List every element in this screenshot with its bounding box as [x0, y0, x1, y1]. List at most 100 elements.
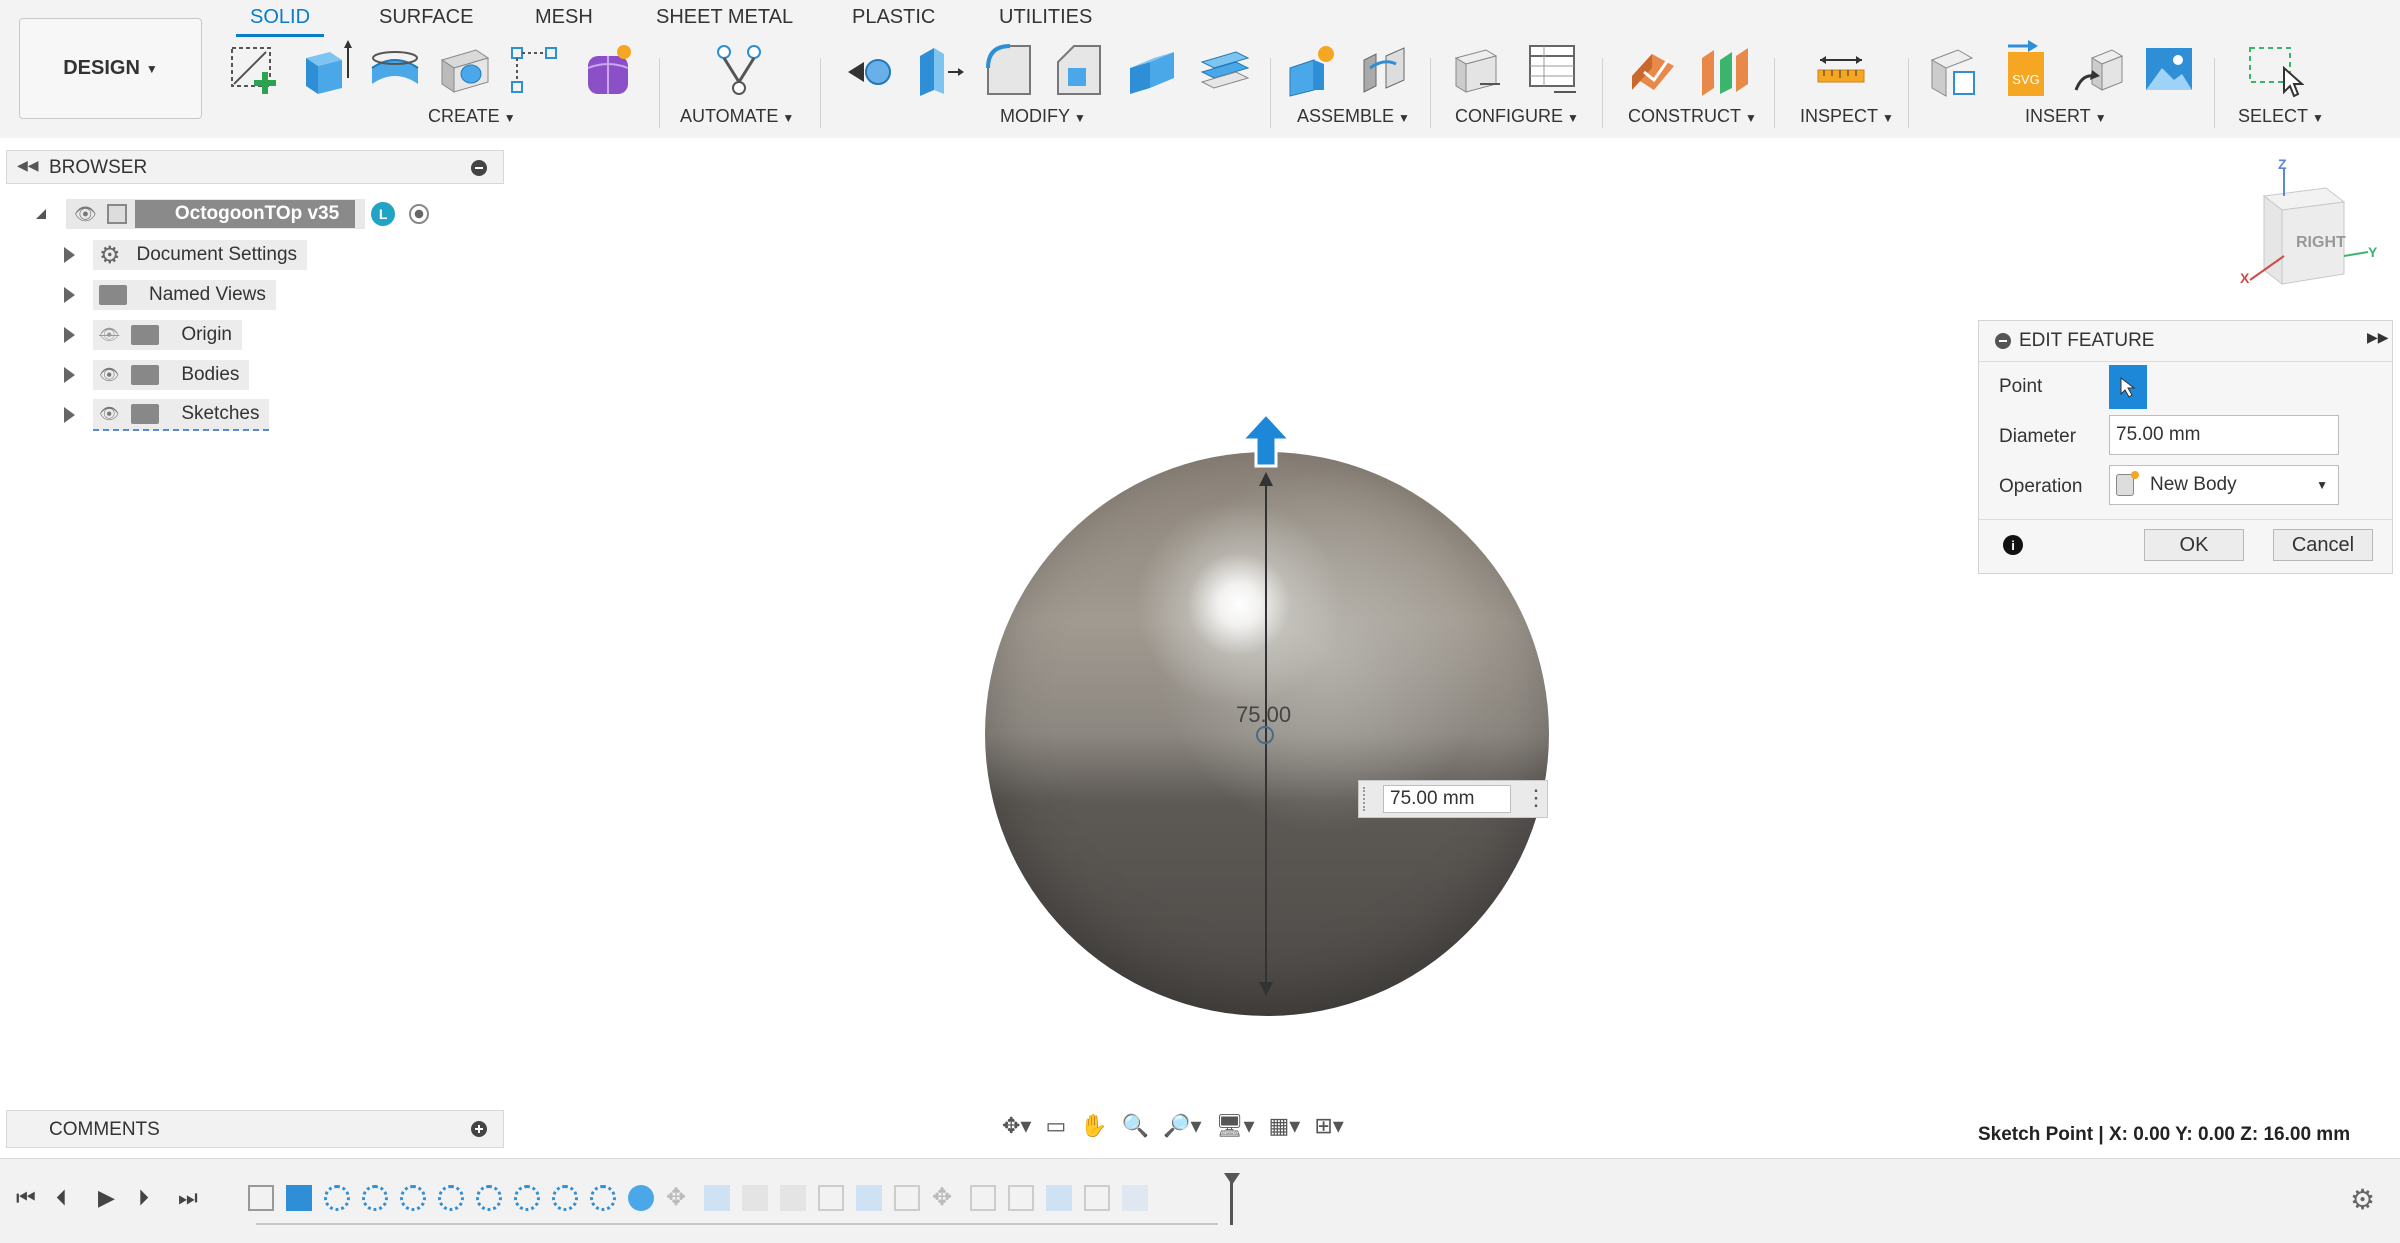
eye-hidden-icon[interactable]: 👁: [99, 325, 119, 345]
drag-arrow-icon[interactable]: [1238, 411, 1294, 473]
diameter-input[interactable]: 75.00 mm: [2109, 415, 2339, 455]
expand-triangle-icon[interactable]: [64, 247, 75, 263]
minimize-icon[interactable]: [471, 160, 487, 176]
timeline-pattern-icon[interactable]: [590, 1185, 616, 1211]
scale-icon[interactable]: [1196, 38, 1254, 102]
timeline-feature-icon[interactable]: [970, 1185, 996, 1211]
drag-handle-icon[interactable]: [1363, 787, 1369, 811]
operation-select[interactable]: New Body ▼: [2109, 465, 2339, 505]
timeline-sphere-icon[interactable]: [628, 1185, 654, 1211]
tab-sheet-metal[interactable]: SHEET METAL: [656, 6, 793, 32]
more-options-icon[interactable]: ⋮: [1525, 783, 1547, 813]
tab-utilities[interactable]: UTILITIES: [999, 6, 1092, 32]
timeline-pattern-icon[interactable]: [362, 1185, 388, 1211]
diameter-inline-input[interactable]: 75.00 mm: [1383, 785, 1511, 813]
timeline-feature-icon[interactable]: [1008, 1185, 1034, 1211]
form-icon[interactable]: [580, 38, 638, 102]
combine-icon[interactable]: [1124, 38, 1182, 102]
gear-icon[interactable]: ⚙: [2350, 1183, 2375, 1216]
timeline-pattern-icon[interactable]: [400, 1185, 426, 1211]
expand-dialog-icon[interactable]: ▶▶: [2367, 329, 2389, 346]
insert-menu[interactable]: INSERT ▼: [2025, 106, 2107, 127]
timeline-feature-icon[interactable]: [856, 1185, 882, 1211]
select-window-icon[interactable]: [2246, 38, 2305, 102]
tab-plastic[interactable]: PLASTIC: [852, 6, 935, 32]
expand-triangle-icon[interactable]: [64, 327, 75, 343]
comments-panel[interactable]: COMMENTS: [6, 1110, 504, 1148]
timeline-feature-icon[interactable]: [894, 1185, 920, 1211]
expand-triangle-icon[interactable]: [64, 287, 75, 303]
browser-item-named-views[interactable]: Named Views: [64, 280, 276, 310]
timeline-pattern-icon[interactable]: [476, 1185, 502, 1211]
configure-menu[interactable]: CONFIGURE ▼: [1455, 106, 1579, 127]
timeline-feature-icon[interactable]: [1122, 1185, 1148, 1211]
eye-icon[interactable]: 👁: [74, 204, 97, 225]
step-back-icon[interactable]: ⏴: [56, 1185, 67, 1211]
measure-icon[interactable]: [1812, 38, 1870, 102]
browser-item-origin[interactable]: 👁 Origin: [64, 320, 242, 350]
insert-canvas-icon[interactable]: [2140, 38, 2198, 102]
browser-root-row[interactable]: 👁 OctogoonTOp v35 L: [36, 199, 430, 229]
browser-item-sketches[interactable]: 👁 Sketches: [64, 399, 270, 431]
viewcube[interactable]: Z X Y RIGHT: [2240, 156, 2380, 296]
timeline-pattern-icon[interactable]: [324, 1185, 350, 1211]
insert-svg-icon[interactable]: SVG: [1998, 38, 2056, 102]
fillet-icon[interactable]: [980, 38, 1038, 102]
new-component-icon[interactable]: [1284, 38, 1342, 102]
configuration-table-icon[interactable]: [1524, 38, 1582, 102]
pattern-icon[interactable]: [506, 38, 564, 102]
configure-icon[interactable]: [1450, 38, 1508, 102]
select-menu[interactable]: SELECT ▼: [2238, 106, 2324, 127]
timeline-feature-icon[interactable]: [818, 1185, 844, 1211]
hole-icon[interactable]: [436, 38, 494, 102]
create-menu[interactable]: CREATE ▼: [428, 106, 516, 127]
insert-derive-icon[interactable]: [1926, 38, 1984, 102]
zoom-icon[interactable]: 🔍: [1122, 1113, 1149, 1139]
timeline-feature-icon[interactable]: [1046, 1185, 1072, 1211]
browser-item-document-settings[interactable]: ⚙ Document Settings: [64, 240, 308, 270]
go-to-end-icon[interactable]: ⏭: [178, 1185, 198, 1211]
display-settings-icon[interactable]: 🖥▾: [1216, 1113, 1255, 1139]
expand-triangle-icon[interactable]: [64, 367, 75, 383]
timeline-pattern-icon[interactable]: [552, 1185, 578, 1211]
timeline-sketch-icon[interactable]: [248, 1185, 274, 1211]
orbit-icon[interactable]: ✥▾: [1002, 1113, 1031, 1139]
midplane-icon[interactable]: [1696, 38, 1754, 102]
pan-icon[interactable]: ✋: [1080, 1113, 1107, 1139]
info-icon[interactable]: i: [2003, 535, 2023, 555]
play-icon[interactable]: ▶: [98, 1185, 115, 1211]
timeline-move-icon[interactable]: ✥: [666, 1185, 692, 1211]
timeline-marker-head[interactable]: [1224, 1173, 1240, 1185]
cancel-button[interactable]: Cancel: [2273, 529, 2373, 561]
insert-mesh-icon[interactable]: [2070, 38, 2128, 102]
viewports-icon[interactable]: ⊞▾: [1314, 1113, 1343, 1139]
browser-item-bodies[interactable]: 👁 Bodies: [64, 360, 250, 390]
zoom-window-icon[interactable]: 🔎▾: [1163, 1113, 1201, 1139]
chamfer-icon[interactable]: [1050, 38, 1108, 102]
add-comment-icon[interactable]: [471, 1121, 487, 1137]
create-sketch-icon[interactable]: [226, 38, 284, 102]
center-point-icon[interactable]: [1256, 726, 1274, 744]
expand-triangle-icon[interactable]: [64, 407, 75, 423]
go-to-start-icon[interactable]: ⏮: [16, 1185, 36, 1211]
extrude-icon[interactable]: [296, 38, 354, 102]
collapse-dialog-icon[interactable]: [1995, 333, 2011, 349]
modify-menu[interactable]: MODIFY ▼: [1000, 106, 1086, 127]
eye-icon[interactable]: 👁: [99, 365, 119, 385]
split-face-icon[interactable]: [910, 38, 968, 102]
construct-menu[interactable]: CONSTRUCT ▼: [1628, 106, 1757, 127]
offset-plane-icon[interactable]: [1624, 38, 1682, 102]
timeline-extrude-icon[interactable]: [286, 1185, 312, 1211]
assemble-menu[interactable]: ASSEMBLE ▼: [1297, 106, 1410, 127]
timeline-feature-icon[interactable]: [704, 1185, 730, 1211]
tab-solid[interactable]: SOLID: [250, 6, 310, 32]
timeline-feature-icon[interactable]: [742, 1185, 768, 1211]
timeline-pattern-icon[interactable]: [514, 1185, 540, 1211]
timeline-move-icon[interactable]: ✥: [932, 1185, 958, 1211]
point-select-button[interactable]: [2109, 365, 2147, 409]
ok-button[interactable]: OK: [2144, 529, 2244, 561]
tab-surface[interactable]: SURFACE: [379, 6, 473, 32]
timeline-pattern-icon[interactable]: [438, 1185, 464, 1211]
revolve-icon[interactable]: [366, 38, 424, 102]
step-forward-icon[interactable]: ⏵: [138, 1185, 149, 1211]
